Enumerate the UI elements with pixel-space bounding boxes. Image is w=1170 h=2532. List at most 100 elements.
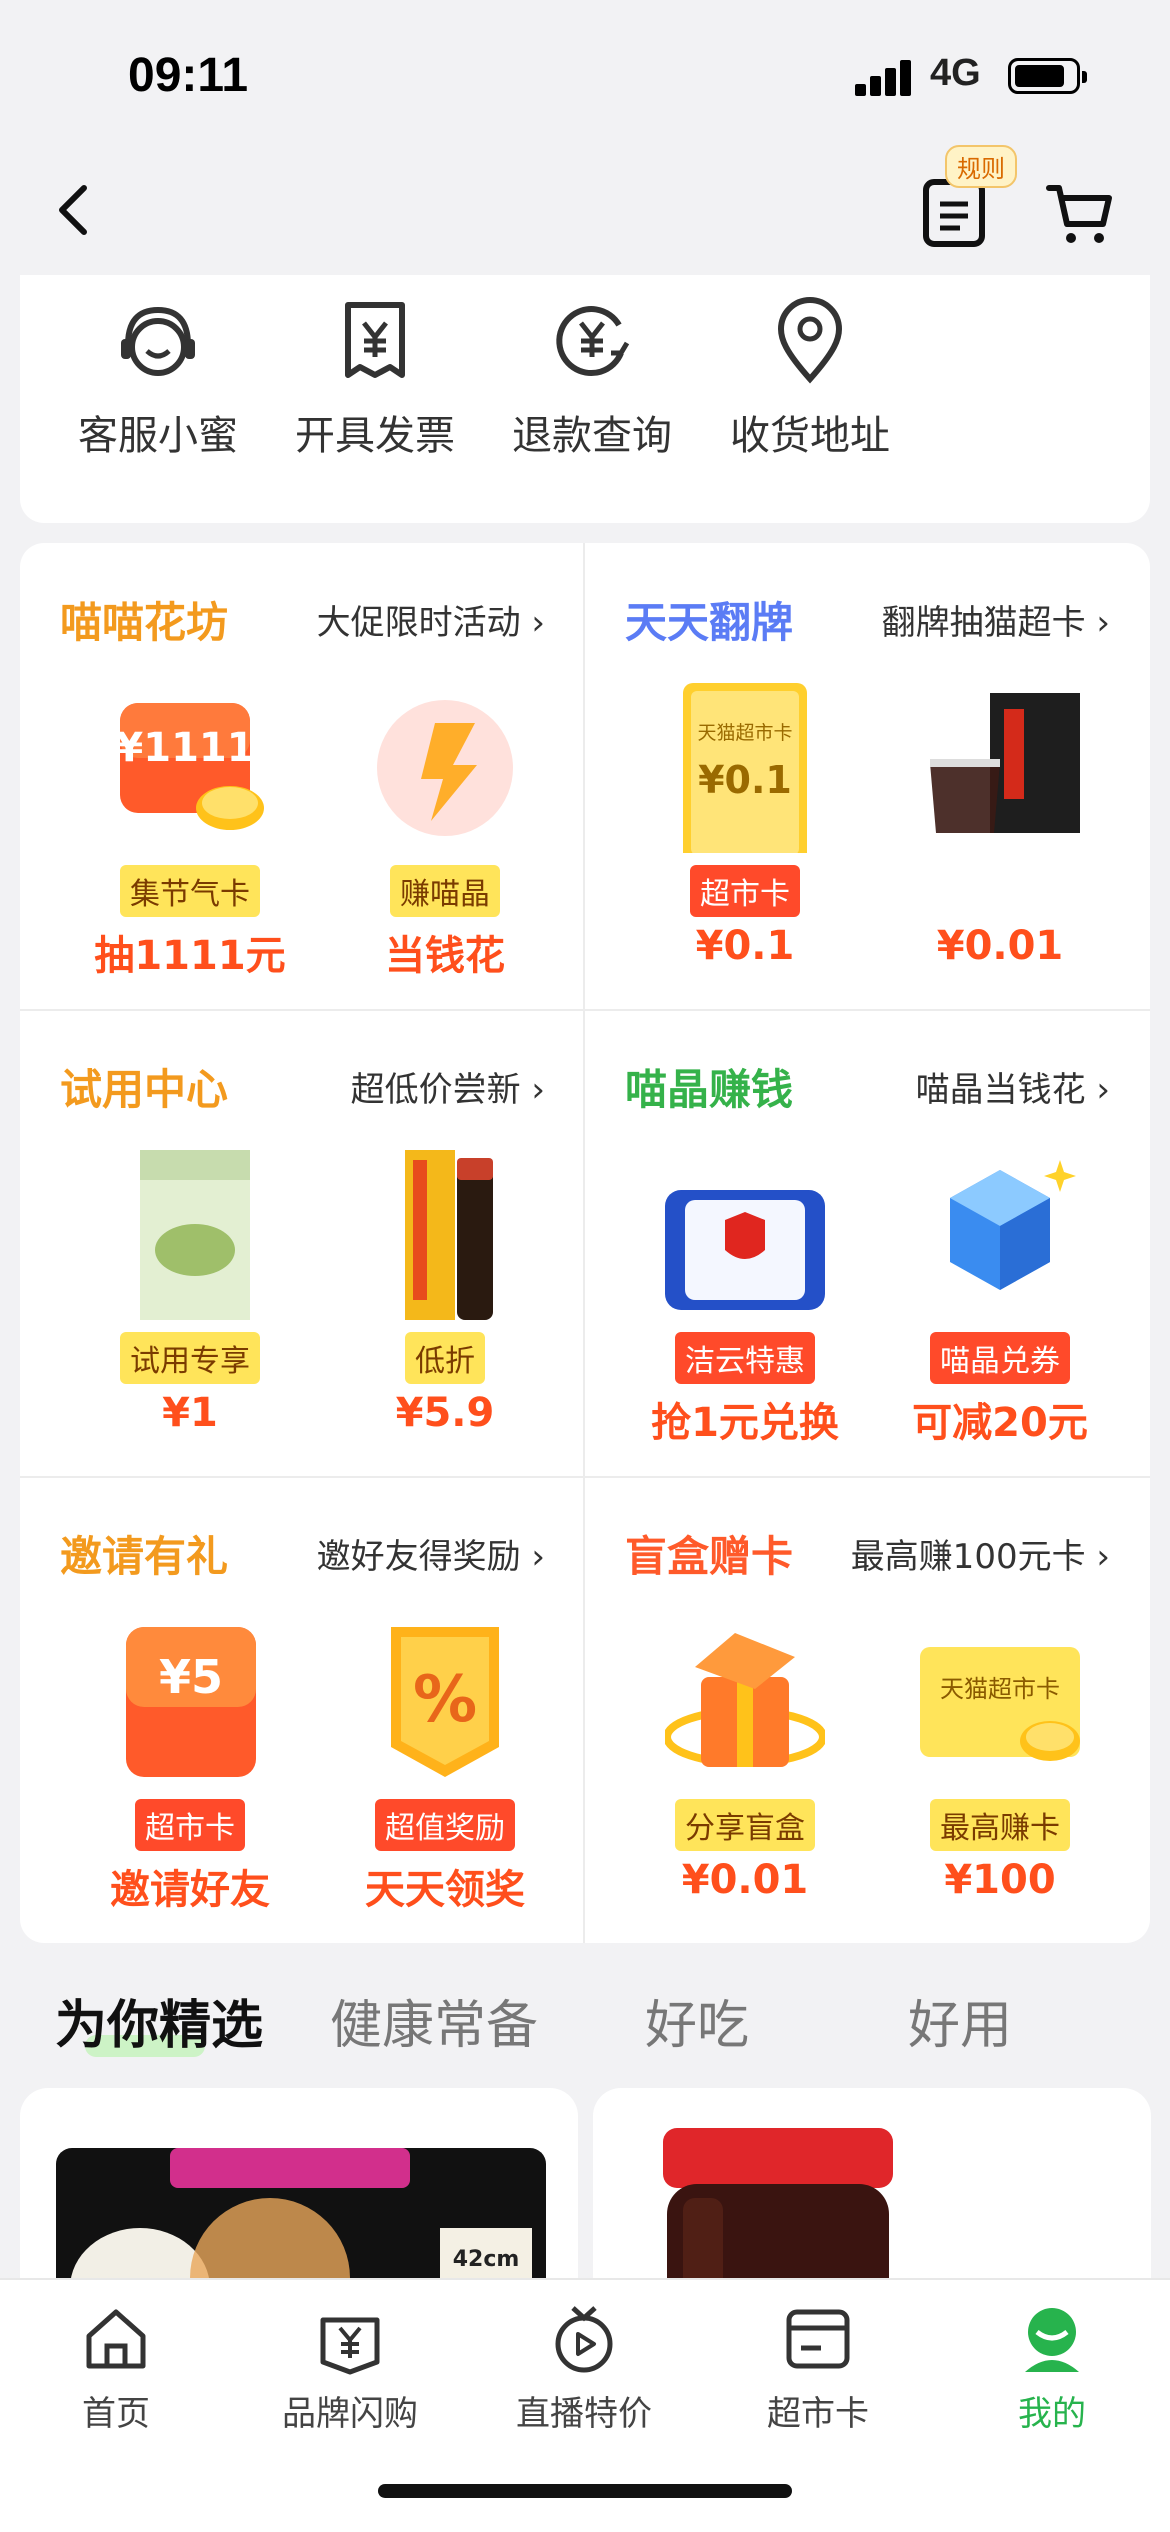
promo-tag: 分享盲盒 <box>675 1799 815 1851</box>
promo-item[interactable]: 低折 ¥5.9 <box>315 1140 575 1460</box>
promo-value: ¥0.1 <box>695 923 795 969</box>
signal-icon <box>855 60 913 96</box>
service-invoice[interactable]: 开具发票 <box>285 295 465 461</box>
tabbar-label: 品牌闪购 <box>282 2394 418 2434</box>
svg-text:42cm: 42cm <box>453 2247 520 2272</box>
wipes-pack-image <box>665 1190 825 1310</box>
promo-crystal-earn[interactable]: 喵晶赚钱 喵晶当钱花 › 洁云特惠 抢1元兑换 喵晶兑券 可减20元 <box>585 1010 1150 1477</box>
promo-title: 喵晶赚钱 <box>625 1065 794 1114</box>
service-customer-service[interactable]: 客服小蜜 <box>68 295 248 461</box>
category-tabs: 为你精选 健康常备 好吃 好用 <box>0 1963 1170 2073</box>
promo-invite[interactable]: 邀请有礼 邀好友得奖励 › ¥5 超市卡 邀请好友 % 超值奖励 天天领奖 <box>20 1477 585 1943</box>
promo-item[interactable]: % 超值奖励 天天领奖 <box>315 1607 575 1927</box>
coupon-1111-image: ¥1111 <box>115 703 264 830</box>
promo-tag: 试用专享 <box>120 1332 260 1384</box>
svg-text:%: % <box>413 1663 477 1737</box>
network-label: 4G <box>930 52 981 94</box>
promo-tag: 喵晶兑券 <box>930 1332 1070 1384</box>
promo-grid: 喵喵花坊 大促限时活动 › ¥1111 集节气卡 抽1111元 赚喵晶 当钱花 … <box>20 543 1150 1943</box>
tab-selected-for-you[interactable]: 为你精选 <box>55 1983 263 2058</box>
promo-item[interactable]: 试用专享 ¥1 <box>60 1140 320 1460</box>
promo-title: 邀请有礼 <box>60 1532 229 1581</box>
battery-icon <box>1008 58 1087 94</box>
promo-subtitle-link[interactable]: 大促限时活动 › <box>317 595 545 644</box>
promo-value: 抽1111元 <box>94 933 286 979</box>
promo-value: ¥0.01 <box>936 923 1064 969</box>
profile-icon <box>1025 2308 1079 2372</box>
promo-item[interactable]: 天猫超市卡 最高赚卡 ¥100 <box>870 1607 1130 1927</box>
promo-title: 天天翻牌 <box>625 598 794 647</box>
service-label: 开具发票 <box>295 413 455 459</box>
home-indicator <box>378 2484 792 2498</box>
svg-text:¥5: ¥5 <box>159 1650 223 1704</box>
svg-text:¥1111: ¥1111 <box>115 725 254 771</box>
promo-item[interactable]: 赚喵晶 当钱花 <box>315 673 575 993</box>
service-label: 退款查询 <box>512 413 672 459</box>
promo-value: ¥1 <box>162 1390 218 1436</box>
back-icon[interactable] <box>50 180 100 240</box>
coupon-5-image: ¥5 <box>126 1627 256 1777</box>
nav-bar: 规则 <box>0 145 1170 275</box>
promo-value: 天天领奖 <box>365 1867 525 1913</box>
tabbar-home[interactable]: 首页 <box>16 2302 216 2435</box>
promo-flower-shop[interactable]: 喵喵花坊 大促限时活动 › ¥1111 集节气卡 抽1111元 赚喵晶 当钱花 <box>20 543 585 1010</box>
home-icon <box>86 2309 146 2369</box>
promo-value: 抢1元兑换 <box>651 1400 839 1446</box>
herbal-syrup-image <box>405 1150 493 1320</box>
refund-icon <box>556 306 630 377</box>
promo-tag: 最高赚卡 <box>930 1799 1070 1851</box>
location-pin-icon <box>777 297 843 384</box>
promo-tag: 超市卡 <box>135 1799 245 1851</box>
promo-value: 邀请好友 <box>110 1867 270 1913</box>
live-play-icon <box>555 2306 613 2373</box>
salt-pack-image <box>140 1150 250 1320</box>
promo-value: ¥100 <box>944 1857 1056 1903</box>
promo-value: ¥5.9 <box>395 1390 495 1436</box>
promo-title: 盲盒赠卡 <box>625 1532 794 1581</box>
service-refund[interactable]: 退款查询 <box>502 295 682 461</box>
tab-useful[interactable]: 好用 <box>908 1983 1012 2058</box>
gift-box-image <box>665 1633 825 1767</box>
promo-card-flip[interactable]: 天天翻牌 翻牌抽猫超卡 › 天猫超市卡 ¥0.1 超市卡 ¥0.1 ¥0.01 <box>585 543 1150 1010</box>
promo-item[interactable]: ¥1111 集节气卡 抽1111元 <box>60 673 320 993</box>
svg-text:¥0.1: ¥0.1 <box>698 758 792 802</box>
promo-item[interactable]: 喵晶兑券 可减20元 <box>870 1140 1130 1460</box>
tabbar-card[interactable]: 超市卡 <box>718 2302 918 2435</box>
promo-subtitle-link[interactable]: 邀好友得奖励 › <box>317 1529 545 1578</box>
service-card: 客服小蜜 开具发票 退款查询 收货地址 <box>20 275 1150 523</box>
brand-flash-icon <box>320 2317 380 2375</box>
promo-tag: 超值奖励 <box>375 1799 515 1851</box>
promo-item[interactable]: ¥5 超市卡 邀请好友 <box>60 1607 320 1927</box>
promo-blind-box[interactable]: 盲盒赠卡 最高赚100元卡 › 分享盲盒 ¥0.01 天猫超市卡 最高赚卡 ¥1… <box>585 1477 1150 1943</box>
card-icon <box>786 2309 850 2369</box>
promo-value: 可减20元 <box>912 1400 1088 1446</box>
promo-subtitle-link[interactable]: 喵晶当钱花 › <box>916 1062 1110 1111</box>
promo-title: 试用中心 <box>60 1065 229 1114</box>
percent-tag-image: % <box>391 1627 499 1777</box>
promo-subtitle-link[interactable]: 翻牌抽猫超卡 › <box>882 595 1110 644</box>
promo-value: ¥0.01 <box>681 1857 809 1903</box>
promo-subtitle-link[interactable]: 最高赚100元卡 › <box>851 1529 1110 1578</box>
tab-tasty[interactable]: 好吃 <box>645 1983 749 2058</box>
promo-item[interactable]: 分享盲盒 ¥0.01 <box>615 1607 875 1927</box>
tabbar-live[interactable]: 直播特价 <box>484 2302 684 2435</box>
promo-trial-center[interactable]: 试用中心 超低价尝新 › 试用专享 ¥1 低折 ¥5.9 <box>20 1010 585 1477</box>
promo-subtitle-link[interactable]: 超低价尝新 › <box>351 1062 545 1111</box>
tabbar-brand-flash[interactable]: 品牌闪购 <box>250 2302 450 2435</box>
tabbar-label: 首页 <box>82 2394 150 2434</box>
promo-item[interactable]: 洁云特惠 抢1元兑换 <box>615 1140 875 1460</box>
tabbar-profile[interactable]: 我的 <box>952 2302 1152 2435</box>
tea-product-image <box>930 693 1080 833</box>
service-address[interactable]: 收货地址 <box>720 295 900 461</box>
crystal-gem-image <box>950 1160 1076 1290</box>
svg-text:天猫超市卡: 天猫超市卡 <box>697 722 792 744</box>
cart-icon[interactable] <box>1045 180 1115 246</box>
promo-item[interactable]: ¥0.01 <box>870 673 1130 993</box>
rules-badge[interactable]: 规则 <box>945 145 1017 188</box>
promo-item[interactable]: 天猫超市卡 ¥0.1 超市卡 ¥0.1 <box>615 673 875 993</box>
customer-service-icon <box>121 306 195 376</box>
promo-tag: 超市卡 <box>690 865 800 917</box>
service-label: 客服小蜜 <box>78 413 238 459</box>
service-label: 收货地址 <box>730 413 890 459</box>
tab-health[interactable]: 健康常备 <box>330 1983 538 2058</box>
